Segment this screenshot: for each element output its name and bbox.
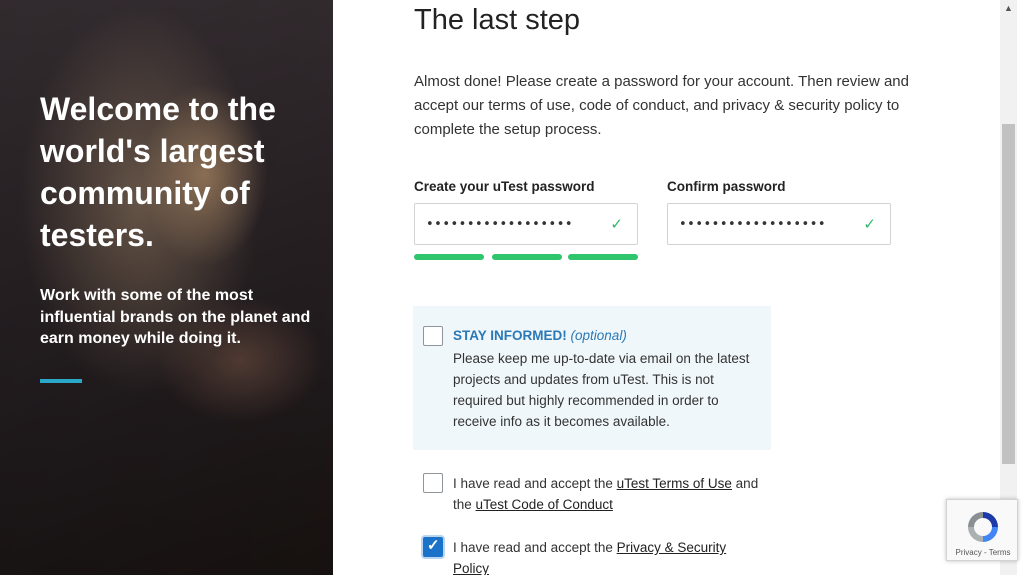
terms-checkbox[interactable]	[423, 473, 443, 493]
password-input[interactable]: •••••••••••••••••• ✓	[414, 203, 638, 245]
scroll-up-arrow-icon[interactable]: ▲	[1000, 0, 1017, 17]
hero-accent-bar	[40, 379, 82, 383]
hero-title: Welcome to the world's largest community…	[40, 91, 276, 253]
code-of-conduct-link[interactable]: uTest Code of Conduct	[476, 497, 613, 512]
strength-segment	[414, 254, 484, 260]
privacy-agreement: I have read and accept the Privacy & Sec…	[453, 537, 763, 575]
recaptcha-links[interactable]: Privacy - Terms	[947, 548, 1019, 557]
stay-informed-heading: STAY INFORMED!	[453, 328, 567, 343]
stay-informed-title: STAY INFORMED! (optional)	[453, 328, 627, 343]
scroll-thumb[interactable]	[1002, 124, 1015, 464]
privacy-prefix: I have read and accept the	[453, 540, 617, 555]
confirm-password-label: Confirm password	[667, 179, 786, 194]
terms-of-use-link[interactable]: uTest Terms of Use	[617, 476, 732, 491]
confirm-password-value: ••••••••••••••••••	[679, 217, 827, 232]
recaptcha-badge[interactable]: Privacy - Terms	[946, 499, 1018, 561]
strength-segment	[492, 254, 562, 260]
valid-check-icon: ✓	[863, 216, 876, 233]
optional-label: (optional)	[570, 328, 627, 343]
right-gutter	[1017, 0, 1034, 575]
page-title: The last step	[414, 4, 581, 36]
checkmark-icon: ✓	[427, 537, 440, 554]
stay-informed-text: Please keep me up-to-date via email on t…	[453, 351, 750, 429]
main-content: The last step Almost done! Please create…	[333, 0, 1000, 575]
password-label: Create your uTest password	[414, 179, 595, 194]
strength-segment	[568, 254, 638, 260]
stay-informed-box: STAY INFORMED! (optional) Please keep me…	[413, 306, 771, 450]
hero-panel: Welcome to the world's largest community…	[0, 0, 333, 575]
hero-subtitle: Work with some of the most influential b…	[40, 287, 311, 347]
password-strength-meter	[414, 254, 638, 260]
scrollbar[interactable]: ▲	[1000, 0, 1017, 575]
privacy-checkbox[interactable]: ✓	[423, 537, 443, 557]
terms-prefix: I have read and accept the	[453, 476, 617, 491]
valid-check-icon: ✓	[610, 216, 623, 233]
terms-agreement: I have read and accept the uTest Terms o…	[453, 473, 763, 515]
page: Welcome to the world's largest community…	[0, 0, 1034, 575]
password-value: ••••••••••••••••••	[426, 217, 574, 232]
stay-informed-checkbox[interactable]	[423, 326, 443, 346]
recaptcha-logo-icon	[968, 512, 998, 542]
confirm-password-input[interactable]: •••••••••••••••••• ✓	[667, 203, 891, 245]
intro-text: Almost done! Please create a password fo…	[414, 73, 909, 138]
